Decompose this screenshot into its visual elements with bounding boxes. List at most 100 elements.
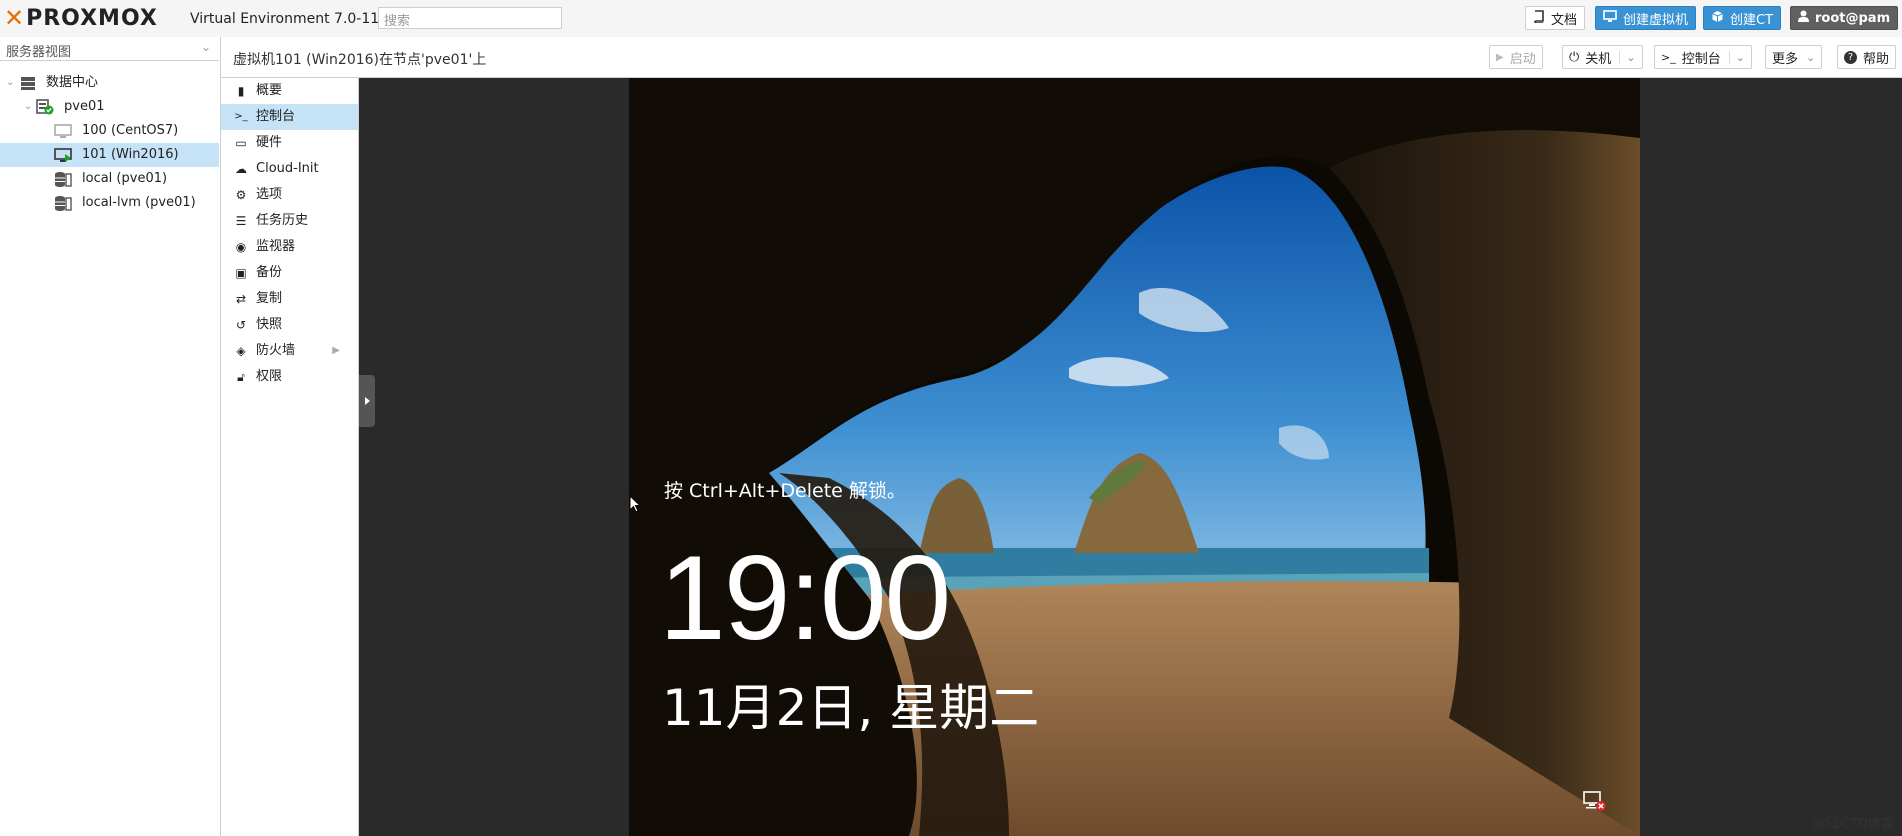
docs-button[interactable]: 文档 xyxy=(1525,6,1586,30)
tree-item-local[interactable]: local (pve01) xyxy=(0,167,219,191)
more-button[interactable]: 更多 ⌄ xyxy=(1765,45,1823,69)
tree-item-label: 101 (Win2016) xyxy=(82,147,179,162)
storage-icon xyxy=(54,171,72,187)
tree-item-pve01[interactable]: ⌄ pve01 xyxy=(0,95,219,119)
vm-screen[interactable]: 按 Ctrl+Alt+Delete 解锁。 19:00 11月2日, 星期二 xyxy=(629,78,1640,836)
vm-stopped-icon xyxy=(54,123,72,139)
novnc-console[interactable]: 按 Ctrl+Alt+Delete 解锁。 19:00 11月2日, 星期二 xyxy=(359,78,1902,836)
view-selector-value: 服务器视图 xyxy=(6,45,72,60)
create-ct-label: 创建CT xyxy=(1730,12,1774,28)
menu-item-permissions[interactable]: 🔓︎ 权限 xyxy=(221,364,358,390)
menu-item-label: 快照 xyxy=(256,317,283,332)
tree-item-datacenter[interactable]: ⌄ 数据中心 xyxy=(0,71,219,95)
tree-item-local-lvm[interactable]: local-lvm (pve01) xyxy=(0,191,219,215)
menu-item-label: 备份 xyxy=(256,265,283,280)
chevron-right-icon: ▶ xyxy=(332,345,340,356)
chevron-down-icon: ⌄ xyxy=(1898,13,1902,24)
create-ct-button[interactable]: 创建CT xyxy=(1703,6,1782,30)
terminal-icon: >_ xyxy=(234,111,248,122)
chevron-down-icon[interactable]: ⌄ xyxy=(1728,50,1745,64)
history-icon: ↺ xyxy=(235,318,247,332)
tree-item-label: 数据中心 xyxy=(46,75,99,90)
shutdown-label: 关机 xyxy=(1585,51,1612,67)
power-icon: ⏻ xyxy=(1569,49,1580,65)
console-label: 控制台 xyxy=(1681,51,1721,67)
floppy-icon: ▣ xyxy=(235,266,247,280)
menu-item-label: 防火墙 xyxy=(256,343,296,358)
tree-item-label: 100 (CentOS7) xyxy=(82,123,179,138)
lockscreen-date: 11月2日, 星期二 xyxy=(662,679,1040,737)
menu-item-label: 概要 xyxy=(256,83,283,98)
menu-item-summary[interactable]: ▮ 概要 xyxy=(221,78,358,104)
tree-item-vm-101[interactable]: 101 (Win2016) xyxy=(0,143,219,167)
start-button[interactable]: ▶ 启动 xyxy=(1489,45,1543,69)
terminal-icon: >_ xyxy=(1661,50,1676,64)
tree-collapse-icon[interactable]: ⌄ xyxy=(24,95,32,119)
help-button[interactable]: ? 帮助 xyxy=(1837,45,1897,69)
retweet-icon: ⇄ xyxy=(235,292,247,306)
tree-item-label: local-lvm (pve01) xyxy=(82,195,196,210)
storage-icon xyxy=(54,195,72,211)
node-online-icon xyxy=(36,99,54,115)
create-vm-label: 创建虚拟机 xyxy=(1623,12,1689,28)
mouse-cursor-icon xyxy=(629,495,642,513)
vm-config-menu: ▮ 概要 >_ 控制台 ▭ 硬件 ☁ Cloud-Init ⚙ 选项 ☰ 任务历史 ◉ 监视器… xyxy=(221,78,359,836)
monitor-icon: ▭ xyxy=(235,136,247,150)
menu-item-hardware[interactable]: ▭ 硬件 xyxy=(221,130,358,156)
chevron-down-icon: ⌄ xyxy=(1806,50,1816,64)
console-button[interactable]: >_ 控制台 ⌄ xyxy=(1654,45,1752,69)
book-icon xyxy=(1533,9,1545,27)
menu-item-label: 监视器 xyxy=(256,239,296,254)
resource-tree-panel: 服务器视图 ⌄ ⌄ 数据中心 ⌄ pve01 100 (CentOS7) 101… xyxy=(0,37,221,836)
play-icon: ▶ xyxy=(1496,51,1504,63)
user-label: root@pam xyxy=(1815,10,1891,26)
menu-item-monitor[interactable]: ◉ 监视器 xyxy=(221,234,358,260)
vm-running-icon xyxy=(54,147,72,163)
menu-item-snapshots[interactable]: ↺ 快照 xyxy=(221,312,358,338)
user-menu-button[interactable]: root@pam ⌄ xyxy=(1790,6,1902,30)
watermark: @51CTO博客 xyxy=(1811,817,1894,832)
cloud-icon: ☁ xyxy=(235,162,247,176)
main-panel: 虚拟机101 (Win2016)在节点'pve01'上 ▶ 启动 ⏻ 关机 ⌄ … xyxy=(221,37,1902,836)
unlock-prompt: 按 Ctrl+Alt+Delete 解锁。 xyxy=(664,480,906,502)
menu-item-label: 硬件 xyxy=(256,135,283,150)
shutdown-button[interactable]: ⏻ 关机 ⌄ xyxy=(1562,45,1643,69)
desktop-icon xyxy=(1603,9,1617,27)
page-title: 虚拟机101 (Win2016)在节点'pve01'上 xyxy=(233,52,487,68)
menu-item-label: 控制台 xyxy=(256,109,296,124)
menu-item-label: 任务历史 xyxy=(256,213,309,228)
search-input[interactable]: 搜索 xyxy=(378,7,562,29)
top-bar: ✕ PROXMOX Virtual Environment 7.0-11 搜索 … xyxy=(0,0,1902,38)
menu-item-options[interactable]: ⚙ 选项 xyxy=(221,182,358,208)
view-selector[interactable]: 服务器视图 ⌄ xyxy=(0,37,219,61)
help-icon: ? xyxy=(1844,50,1857,64)
menu-item-replication[interactable]: ⇄ 复制 xyxy=(221,286,358,312)
tree-collapse-icon[interactable]: ⌄ xyxy=(6,71,14,95)
menu-item-task-history[interactable]: ☰ 任务历史 xyxy=(221,208,358,234)
content-title-bar: 虚拟机101 (Win2016)在节点'pve01'上 ▶ 启动 ⏻ 关机 ⌄ … xyxy=(221,37,1902,78)
tree-item-vm-100[interactable]: 100 (CentOS7) xyxy=(0,119,219,143)
logo-wordmark: PROXMOX xyxy=(26,5,158,31)
more-label: 更多 xyxy=(1772,51,1799,67)
shield-icon: ◈ xyxy=(236,344,246,358)
menu-item-backup[interactable]: ▣ 备份 xyxy=(221,260,358,286)
menu-item-cloud-init[interactable]: ☁ Cloud-Init xyxy=(221,156,358,182)
menu-item-label: Cloud-Init xyxy=(256,161,319,176)
proxmox-x-icon: ✕ xyxy=(4,4,25,32)
chevron-down-icon: ⌄ xyxy=(200,40,211,54)
menu-item-console[interactable]: >_ 控制台 xyxy=(221,104,358,130)
menu-item-firewall[interactable]: ◈ 防火墙 ▶ xyxy=(221,338,358,364)
version-label: Virtual Environment 7.0-11 xyxy=(190,11,380,27)
start-label: 启动 xyxy=(1509,51,1536,67)
datacenter-icon xyxy=(20,75,36,91)
create-vm-button[interactable]: 创建虚拟机 xyxy=(1595,6,1697,30)
network-disconnected-icon xyxy=(1583,791,1606,811)
chevron-down-icon[interactable]: ⌄ xyxy=(1619,50,1636,64)
console-sidebar-toggle[interactable] xyxy=(359,375,375,427)
help-label: 帮助 xyxy=(1863,51,1890,67)
proxmox-logo[interactable]: ✕ PROXMOX xyxy=(4,4,158,32)
user-icon xyxy=(1798,10,1809,26)
tree-item-label: local (pve01) xyxy=(82,171,168,186)
gear-icon: ⚙ xyxy=(235,188,247,202)
list-icon: ☰ xyxy=(235,214,247,228)
